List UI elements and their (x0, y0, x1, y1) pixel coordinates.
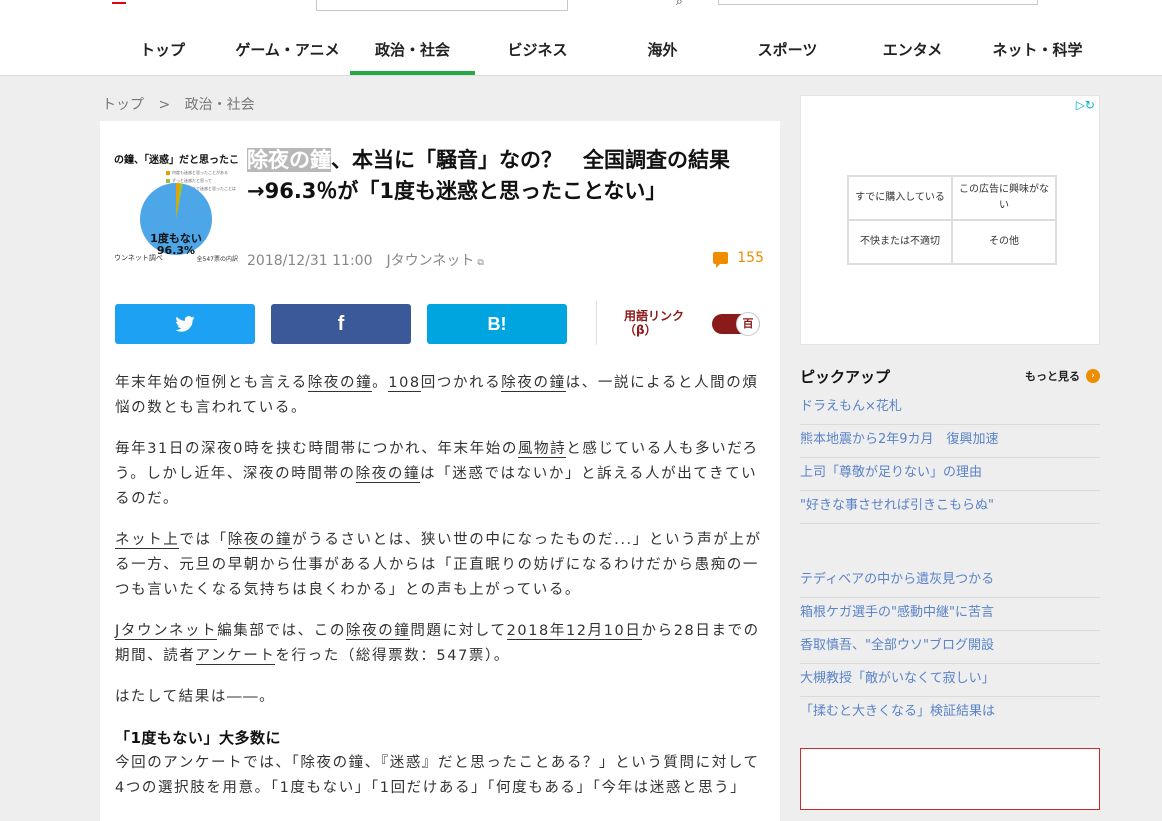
thumbnail-source: ウンネット調べ (114, 254, 163, 262)
article-date: 2018/12/31 11:00 (247, 253, 373, 269)
brand-logo[interactable] (112, 0, 126, 4)
nav-item-game-anime[interactable]: ゲーム・アニメ (225, 34, 350, 75)
paragraph-3: ネット上では「除夜の鐘がうるさいとは、狭い世の中になったものだ...」という声が… (115, 532, 762, 598)
term-link[interactable]: アンケート (195, 648, 276, 665)
pickup-item[interactable]: 大槻教授「敵がいなくて寂しい」 (800, 664, 1100, 697)
ad-feedback-options: すでに購入している この広告に興味がない 不快または不適切 その他 (847, 175, 1057, 265)
pickup-item[interactable]: 上司「尊敬が足りない」の理由 (800, 458, 1100, 491)
pickup-item[interactable]: 熊本地震から2年9カ月 復興加速 (800, 425, 1100, 458)
term-link[interactable]: 風物詩 (517, 441, 567, 458)
twitter-icon (175, 316, 195, 332)
term-link[interactable]: 除夜の鐘 (501, 375, 566, 392)
site-header: ⌕ トップ ゲーム・アニメ 政治・社会 ビジネス 海外 スポーツ エンタメ ネッ… (0, 0, 1162, 76)
pickup-item[interactable]: 香取慎吾、"全部ウソ"ブログ開設 (800, 631, 1100, 664)
pickup-item[interactable]: テディベアの中から遺灰見つかる (800, 565, 1100, 598)
thumbnail-title: の鐘、「迷惑」だと思ったこと (114, 155, 238, 166)
pickup-item[interactable]: 箱根ケガ選手の"感動中継"に苦言 (800, 598, 1100, 631)
pickup-title: ピックアップ (800, 368, 891, 386)
term-link[interactable]: Jタウンネット (115, 623, 218, 640)
share-twitter-button[interactable] (115, 304, 255, 344)
ad-feedback-box: ▷↻ すでに購入している この広告に興味がない 不快または不適切 その他 (800, 95, 1100, 345)
nav-item-top[interactable]: トップ (100, 34, 225, 75)
search-input[interactable] (316, 0, 568, 11)
term-link[interactable]: 除夜の鐘 (227, 532, 293, 549)
adchoices-icon[interactable]: ▷↻ (1076, 98, 1095, 112)
term-link[interactable]: 2018年 (506, 623, 566, 640)
facebook-icon: f (337, 312, 345, 335)
search-icon[interactable]: ⌕ (676, 0, 683, 9)
comment-count[interactable]: 155 (713, 250, 764, 268)
article-meta: 2018/12/31 11:00 Jタウンネット ⧉ (247, 250, 484, 270)
chevron-right-icon: › (1086, 369, 1100, 383)
paragraph-4: Jタウンネット編集部では、この除夜の鐘問題に対して2018年12月10日から28… (115, 623, 760, 665)
breadcrumb-home[interactable]: トップ (102, 97, 144, 113)
thumbnail-total: 全547票の内訳 (196, 256, 238, 263)
pickup-list-1: ドラえもん×花札 熊本地震から2年9カ月 復興加速 上司「尊敬が足りない」の理由… (800, 392, 1100, 524)
term-link[interactable]: 除夜の鐘 (307, 375, 373, 392)
paragraph-2: 毎年31日の深夜0時を挟む時間帯につかれ、年末年始の風物詩と感じている人も多いだ… (115, 441, 759, 507)
breadcrumb-separator: > (158, 97, 171, 113)
nav-item-net-science[interactable]: ネット・科学 (975, 34, 1100, 75)
nav-item-business[interactable]: ビジネス (475, 34, 600, 75)
paragraph-5: はたして結果は――。 (115, 689, 276, 705)
pickup-header: ピックアップ もっと見る › (800, 366, 1100, 386)
share-facebook-button[interactable]: f (271, 304, 411, 344)
pickup-item[interactable]: "好きな事させれば引きこもらぬ" (800, 491, 1100, 524)
nav-item-sports[interactable]: スポーツ (725, 34, 850, 75)
ad-option-not-interested[interactable]: この広告に興味がない (952, 176, 1056, 220)
pickup-item[interactable]: ドラえもん×花札 (800, 392, 1100, 425)
ad-option-inappropriate[interactable]: 不快または不適切 (848, 220, 952, 264)
article-source[interactable]: Jタウンネット (387, 253, 475, 269)
paragraph-1: 年末年始の恒例とも言える除夜の鐘。108回つかれる除夜の鐘は、一説によると人間の… (115, 375, 759, 416)
article-thumbnail[interactable]: の鐘、「迷惑」だと思ったこと 何度も迷惑と思ったことがある ずっと迷惑だと思って… (114, 143, 238, 267)
ad-option-already-purchased[interactable]: すでに購入している (848, 176, 952, 220)
term-link-toggle[interactable]: 百 (712, 312, 760, 336)
breadcrumb-current[interactable]: 政治・社会 (185, 97, 255, 113)
ad-option-other[interactable]: その他 (952, 220, 1056, 264)
article-body: 年末年始の恒例とも言える除夜の鐘。108回つかれる除夜の鐘は、一説によると人間の… (115, 371, 765, 801)
comment-icon (713, 252, 729, 268)
nav-item-overseas[interactable]: 海外 (600, 34, 725, 75)
headline-highlight: 除夜の鐘 (247, 148, 331, 172)
nav-item-entertainment[interactable]: エンタメ (850, 34, 975, 75)
top-field[interactable] (718, 0, 1038, 5)
breadcrumb: トップ > 政治・社会 (102, 94, 265, 114)
category-nav: トップ ゲーム・アニメ 政治・社会 ビジネス 海外 スポーツ エンタメ ネット・… (100, 34, 1100, 75)
hatena-icon: B! (487, 313, 507, 334)
pickup-more-link[interactable]: もっと見る › (1025, 368, 1100, 384)
article-subheading: 「1度もない」大多数に (115, 729, 281, 747)
nav-item-politics-society[interactable]: 政治・社会 (350, 34, 475, 75)
pickup-item[interactable]: 「揉むと大きくなる」検証結果は (800, 697, 1100, 730)
ad-slot[interactable] (800, 748, 1100, 810)
comment-count-value: 155 (737, 250, 764, 266)
term-link[interactable]: 除夜の鐘 (355, 466, 421, 483)
paragraph-6: 今回のアンケートでは、「除夜の鐘、『迷惑』だと思ったことある？」という質問に対し… (115, 755, 760, 796)
term-link[interactable]: ネット上 (115, 532, 180, 549)
pickup-list-2: テディベアの中から遺灰見つかる 箱根ケガ選手の"感動中継"に苦言 香取慎吾、"全… (800, 565, 1100, 730)
term-link-label: 用語リンク （β） (624, 309, 685, 337)
external-link-icon: ⧉ (477, 258, 484, 268)
dictionary-icon: 百 (736, 312, 760, 336)
share-hatena-button[interactable]: B! (427, 304, 567, 344)
term-link[interactable]: 12月10日 (565, 623, 642, 640)
term-link[interactable]: 除夜の鐘 (346, 623, 411, 640)
article-card: の鐘、「迷惑」だと思ったこと 何度も迷惑と思ったことがある ずっと迷惑だと思って… (100, 121, 780, 821)
term-link[interactable]: 108 (388, 375, 421, 392)
divider (596, 301, 597, 345)
article-headline: 除夜の鐘、本当に「騒音」なの？ 全国調査の結果→96.3％が「1度も迷惑と思った… (247, 145, 767, 207)
